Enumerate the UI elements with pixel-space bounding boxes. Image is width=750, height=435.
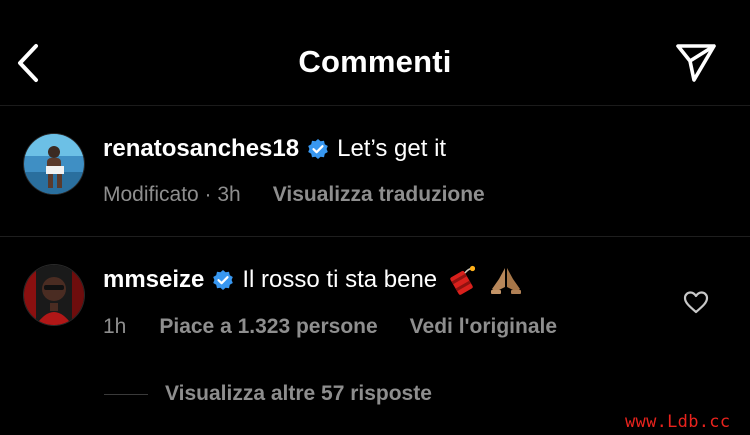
likes-count-link[interactable]: Piace a 1.323 persone [159, 315, 377, 339]
comment-text: Il rosso ti sta bene [242, 266, 438, 293]
view-more-replies-label[interactable]: Visualizza altre 57 risposte [165, 382, 432, 406]
reply-thread-line [104, 393, 148, 395]
praying-hands-emoji-icon [491, 268, 522, 294]
comment-line: mmseize Il rosso ti sta bene [103, 265, 523, 295]
comment-text: Let’s get it [337, 135, 447, 162]
avatar[interactable] [24, 134, 84, 194]
verified-badge-icon [213, 270, 234, 290]
comment-status: Modificato · 3h [103, 183, 241, 206]
verified-badge-icon [308, 139, 328, 159]
comment-divider [0, 236, 750, 237]
watermark: www.Ldb.cc [625, 412, 731, 432]
translate-link[interactable]: Visualizza traduzione [273, 183, 485, 207]
avatar[interactable] [24, 265, 84, 325]
header: Commenti [0, 0, 750, 106]
view-more-replies[interactable]: Visualizza altre 57 risposte [104, 382, 432, 406]
heart-outline-icon[interactable] [683, 290, 709, 314]
paper-plane-icon[interactable] [672, 40, 720, 86]
comment-item: renatosanches18 Let’s get it Modificato … [0, 110, 750, 236]
comment-line: renatosanches18 Let’s get it [103, 134, 446, 164]
comment-item: mmseize Il rosso ti sta bene 1h Piace a … [0, 238, 750, 348]
username[interactable]: mmseize [103, 265, 204, 295]
comment-meta: 1h Piace a 1.323 persone Vedi l'original… [103, 315, 557, 339]
see-original-link[interactable]: Vedi l'originale [410, 315, 557, 339]
header-divider [0, 105, 750, 106]
comment-meta: Modificato · 3h Visualizza traduzione [103, 183, 485, 207]
comment-time: 1h [103, 315, 127, 338]
username[interactable]: renatosanches18 [103, 134, 299, 164]
page-title: Commenti [298, 44, 452, 79]
dynamite-emoji-icon [450, 265, 476, 295]
